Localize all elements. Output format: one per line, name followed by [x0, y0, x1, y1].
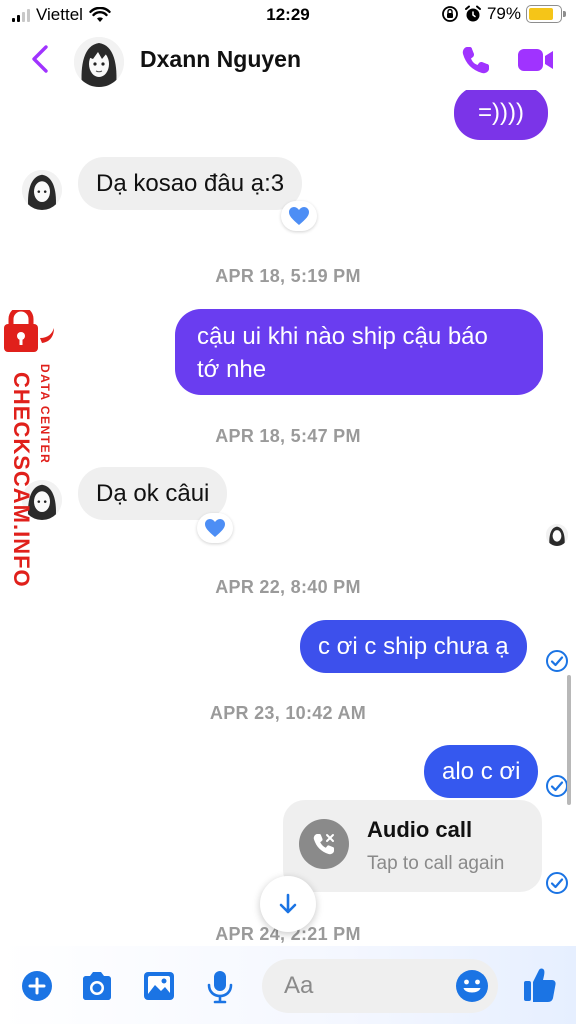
message-list[interactable]: =)))) Dạ kosao đâu ạ:3 APR 18, 5:19 PM c…: [0, 90, 576, 946]
phone-icon[interactable]: [458, 42, 494, 78]
call-subtitle: Tap to call again: [367, 853, 505, 874]
message-bubble-outgoing[interactable]: cậu ui khi nào ship cậu báo tớ nhe: [175, 309, 543, 395]
scrollbar[interactable]: [567, 675, 571, 805]
lock-logo-icon: [4, 310, 54, 352]
contact-avatar-small[interactable]: [22, 170, 62, 210]
watermark-subtext: DATA CENTER: [38, 364, 52, 465]
delivered-check-icon: [546, 650, 568, 672]
message-text-line: tớ nhe: [197, 356, 267, 383]
seen-avatar: [546, 524, 568, 546]
message-text: =)))): [478, 99, 524, 126]
message-text: Dạ kosao đâu ạ:3: [96, 170, 285, 197]
status-right: 79%: [441, 4, 566, 24]
audio-call-card[interactable]: Audio call Tap to call again: [283, 800, 542, 892]
delivered-check-icon: [546, 872, 568, 894]
message-bubble-outgoing[interactable]: c ơi c ship chưa ạ: [300, 620, 527, 673]
status-bar: Viettel 12:29 79%: [0, 0, 576, 30]
thumbs-up-icon[interactable]: [522, 966, 558, 1004]
watermark-text: CHECKSCAM.INFO: [9, 372, 34, 588]
back-chevron-icon[interactable]: [26, 42, 56, 76]
message-bubble-outgoing[interactable]: alo c ơi: [424, 745, 539, 798]
message-text: c ơi c ship chưa ạ: [318, 633, 509, 660]
message-text: Dạ ok câui: [96, 480, 210, 507]
battery-icon: [526, 5, 566, 23]
message-input-placeholder: Aa: [284, 972, 314, 999]
reaction-heart-icon[interactable]: [197, 513, 233, 543]
mic-icon[interactable]: [206, 970, 234, 1004]
plus-icon[interactable]: [21, 970, 53, 1002]
watermark: CHECKSCAM.INFO DATA CENTER: [2, 310, 64, 590]
timestamp: APR 18, 5:19 PM: [215, 266, 361, 286]
message-bubble-incoming[interactable]: Dạ ok câui: [78, 467, 228, 520]
delivered-check-icon: [546, 775, 568, 797]
message-bubble-incoming[interactable]: Dạ kosao đâu ạ:3: [78, 157, 303, 210]
composer-bar: Aa: [0, 946, 576, 1024]
image-icon[interactable]: [142, 970, 176, 1002]
timestamp: APR 18, 5:47 PM: [215, 426, 361, 446]
message-text: alo c ơi: [442, 758, 521, 785]
video-camera-icon[interactable]: [516, 44, 556, 76]
timestamp: APR 22, 8:40 PM: [215, 577, 361, 597]
chat-header: Dxann Nguyen: [0, 30, 576, 90]
alarm-icon: [464, 5, 481, 22]
message-bubble-outgoing[interactable]: =)))): [454, 90, 548, 140]
scroll-to-bottom-button[interactable]: [260, 876, 316, 932]
emoji-icon[interactable]: [454, 968, 490, 1004]
avatar[interactable]: [74, 37, 124, 87]
reaction-heart-icon[interactable]: [281, 201, 317, 231]
message-text-line: cậu ui khi nào ship cậu báo: [197, 323, 488, 350]
call-title: Audio call: [367, 817, 473, 842]
missed-call-icon: [299, 819, 349, 869]
message-input[interactable]: Aa: [262, 959, 498, 1013]
orientation-lock-icon: [442, 6, 458, 22]
contact-name[interactable]: Dxann Nguyen: [140, 46, 301, 73]
arrow-down-icon: [279, 893, 297, 914]
battery-percent: 79%: [486, 4, 521, 23]
timestamp: APR 23, 10:42 AM: [209, 703, 367, 723]
camera-icon[interactable]: [79, 970, 115, 1002]
